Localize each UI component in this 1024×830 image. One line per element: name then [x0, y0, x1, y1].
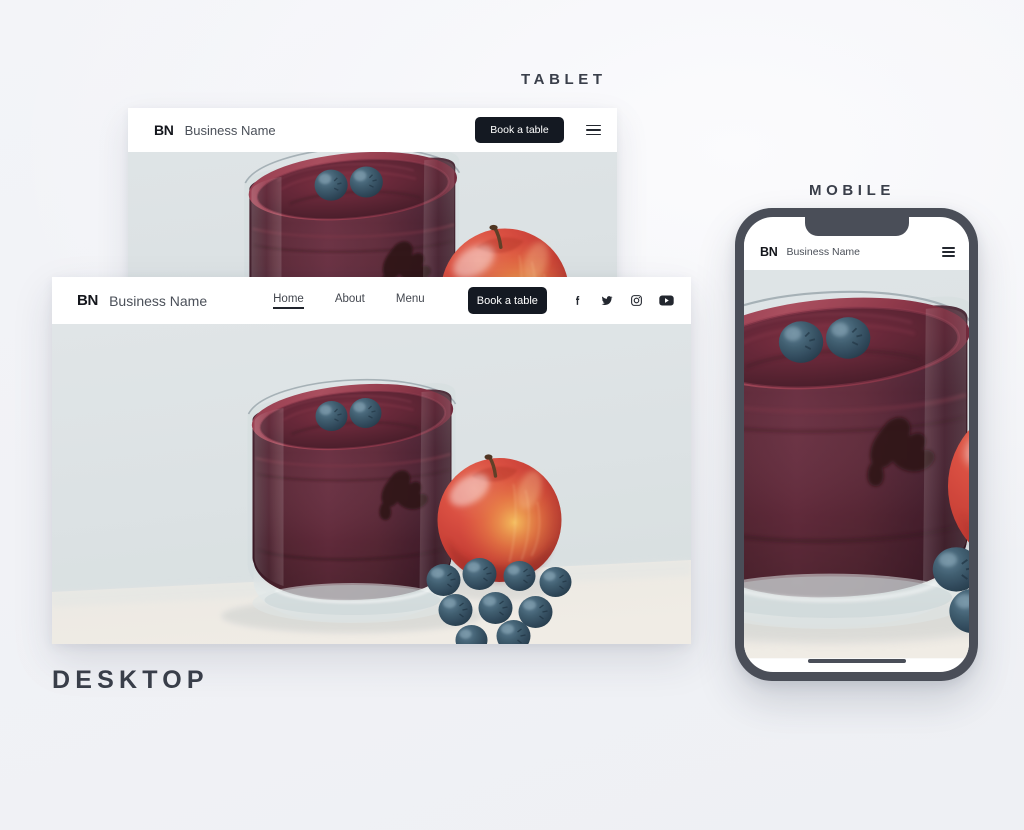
phone-notch — [804, 217, 909, 236]
youtube-icon[interactable] — [659, 294, 674, 307]
book-a-table-button[interactable]: Book a table — [475, 117, 564, 143]
brand-logo-text: BN — [154, 122, 174, 138]
brand-name-text: Business Name — [786, 246, 860, 258]
hamburger-bar — [586, 133, 601, 136]
twitter-icon[interactable] — [600, 294, 614, 307]
brand-name-text: Business Name — [184, 122, 276, 138]
hamburger-icon[interactable] — [942, 247, 955, 258]
desktop-mockup: BN Business Name Home About Menu Book a … — [52, 277, 691, 644]
phone-screen: BN Business Name — [744, 217, 969, 672]
desktop-brand[interactable]: BN Business Name — [77, 292, 207, 309]
desktop-nav: Home About Menu — [273, 293, 425, 309]
book-a-table-button[interactable]: Book a table — [467, 287, 547, 314]
hamburger-bar — [942, 255, 955, 257]
nav-link-home[interactable]: Home — [273, 293, 304, 309]
facebook-icon[interactable] — [571, 294, 584, 307]
mobile-site-header: BN Business Name — [744, 234, 969, 270]
hamburger-icon[interactable] — [586, 124, 601, 137]
desktop-site-header: BN Business Name Home About Menu Book a … — [52, 277, 691, 324]
hamburger-bar — [586, 129, 601, 131]
desktop-hero-image — [52, 324, 691, 644]
hero-photo — [52, 324, 691, 644]
mobile-hero-image — [744, 270, 969, 672]
tablet-site-header: BN Business Name Book a table — [128, 108, 617, 152]
desktop-label: DESKTOP — [52, 666, 209, 694]
mobile-label: MOBILE — [809, 182, 895, 199]
nav-link-menu[interactable]: Menu — [396, 293, 425, 308]
tablet-label: TABLET — [521, 71, 607, 88]
instagram-icon[interactable] — [630, 294, 643, 307]
hero-photo — [744, 270, 969, 672]
mobile-mockup: BN Business Name — [735, 208, 978, 681]
hamburger-bar — [586, 124, 601, 127]
brand-logo-text: BN — [760, 245, 778, 259]
hamburger-bar — [942, 247, 955, 249]
mobile-brand[interactable]: BN Business Name — [760, 245, 860, 259]
social-links — [571, 294, 674, 307]
brand-name-text: Business Name — [109, 292, 208, 309]
home-indicator — [807, 659, 906, 663]
brand-logo-text: BN — [77, 292, 99, 309]
tablet-brand[interactable]: BN Business Name — [154, 122, 276, 138]
hamburger-bar — [942, 251, 955, 253]
nav-link-about[interactable]: About — [335, 293, 365, 308]
